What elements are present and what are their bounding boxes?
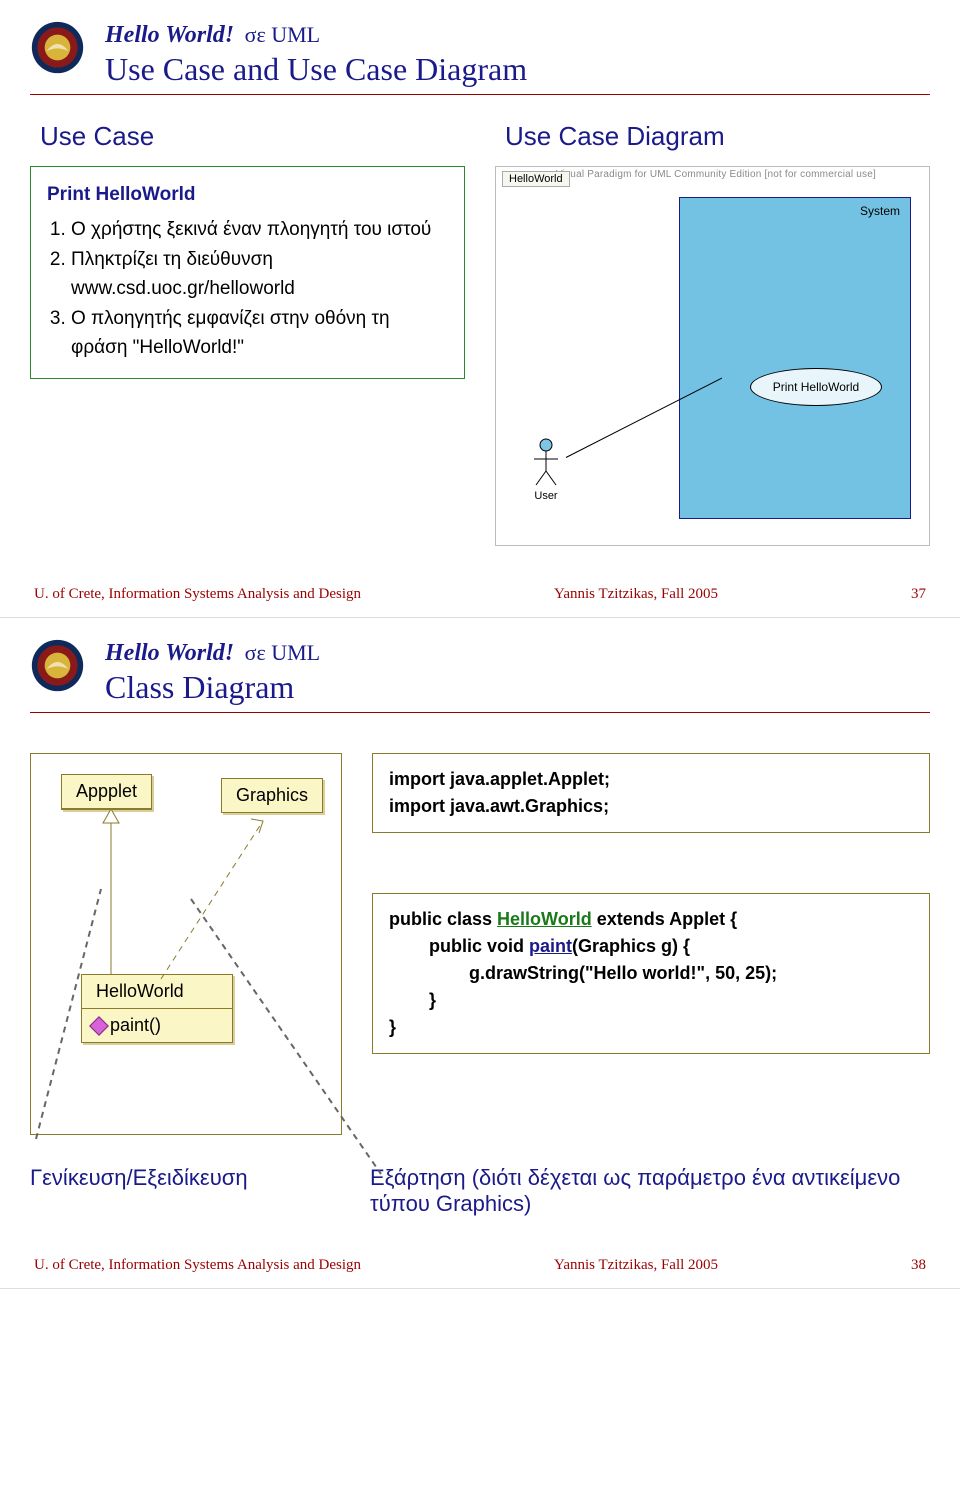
code-text: public class xyxy=(389,909,497,929)
columns: Use Case Print HelloWorld Ο χρήστης ξεκι… xyxy=(30,113,930,546)
use-case-oval: Print HelloWorld xyxy=(750,368,882,406)
uoc-logo-icon xyxy=(30,638,85,693)
slide-subtitle: Use Case and Use Case Diagram xyxy=(105,51,527,88)
class-helloworld-methods: paint() xyxy=(82,1009,232,1042)
annotation-generalization: Γενίκευση/Εξειδίκευση xyxy=(30,1165,350,1217)
dependency-arrow-icon xyxy=(151,809,291,989)
use-case-diagram-heading: Use Case Diagram xyxy=(505,121,930,152)
slide-subtitle: Class Diagram xyxy=(105,669,320,706)
slide-38: Hello World! σε UML Class Diagram Appple… xyxy=(0,618,960,1289)
system-boundary: System Print HelloWorld xyxy=(679,197,911,519)
code-paint-link[interactable]: paint xyxy=(529,936,572,956)
footer-mid: Yannis Tzitzikas, Fall 2005 xyxy=(554,586,718,603)
generalization-arrow-icon xyxy=(91,809,131,979)
actor-label: User xyxy=(526,490,566,502)
watermark-label: Visual Paradigm for UML Community Editio… xyxy=(556,169,876,180)
code-helloworld-link[interactable]: HelloWorld xyxy=(497,909,592,929)
annotation-row: Γενίκευση/Εξειδίκευση Εξάρτηση (διότι δέ… xyxy=(30,1165,930,1217)
slide-37: Hello World! σε UML Use Case and Use Cas… xyxy=(0,0,960,618)
use-case-step-1: Ο χρήστης ξεκινά έναν πλοηγητή του ιστού xyxy=(71,216,448,245)
diagram-tab: HelloWorld xyxy=(502,171,570,187)
use-case-step-2: Πληκτρίζει τη διεύθυνση www.csd.uoc.gr/h… xyxy=(71,246,448,303)
use-case-steps: Ο χρήστης ξεκινά έναν πλοηγητή του ιστού… xyxy=(47,216,448,363)
annotation-dependency: Εξάρτηση (διότι δέχεται ως παράμετρο ένα… xyxy=(370,1165,930,1217)
method-paint: paint() xyxy=(110,1015,161,1036)
footer-mid: Yannis Tzitzikas, Fall 2005 xyxy=(554,1257,718,1274)
hello-world-label: Hello World! xyxy=(105,22,234,48)
title-block: Hello World! σε UML Use Case and Use Cas… xyxy=(105,20,527,88)
col-use-case-diagram: Use Case Diagram Visual Paradigm for UML… xyxy=(495,113,930,546)
slide-footer: U. of Crete, Information Systems Analysi… xyxy=(30,586,930,607)
class-applet-name: Appplet xyxy=(62,775,151,809)
code-import-applet: import java.applet.Applet; xyxy=(389,766,913,793)
col-use-case: Use Case Print HelloWorld Ο χρήστης ξεκι… xyxy=(30,113,465,546)
class-graphics-name: Graphics xyxy=(222,779,322,812)
class-helloworld-name: HelloWorld xyxy=(82,975,232,1009)
class-applet: Appplet xyxy=(61,774,152,810)
class-helloworld: HelloWorld paint() xyxy=(81,974,233,1043)
use-case-oval-label: Print HelloWorld xyxy=(773,380,859,394)
class-graphics: Graphics xyxy=(221,778,323,813)
code-drawstring: g.drawString("Hello world!", 50, 25); xyxy=(389,960,913,987)
class-diagram-area: Appplet Graphics HelloWorld paint() xyxy=(30,753,930,1135)
footer-left: U. of Crete, Information Systems Analysi… xyxy=(34,586,361,603)
in-uml-label: σε UML xyxy=(245,22,321,47)
use-case-step-3: Ο πλοηγητής εμφανίζει στην οθόνη τη φράσ… xyxy=(71,305,448,362)
slide-footer: U. of Crete, Information Systems Analysi… xyxy=(30,1257,930,1278)
code-text: extends Applet { xyxy=(592,909,737,929)
title-block: Hello World! σε UML Class Diagram xyxy=(105,638,320,706)
code-text: (Graphics g) { xyxy=(572,936,690,956)
uoc-logo-icon xyxy=(30,20,85,75)
use-case-box: Print HelloWorld Ο χρήστης ξεκινά έναν π… xyxy=(30,166,465,379)
code-brace-close-1: } xyxy=(389,987,913,1014)
code-column: import java.applet.Applet; import java.a… xyxy=(372,753,930,1054)
hello-world-label: Hello World! xyxy=(105,640,234,666)
slide-header: Hello World! σε UML Class Diagram xyxy=(30,638,930,713)
code-import-graphics: import java.awt.Graphics; xyxy=(389,793,913,820)
slide-header: Hello World! σε UML Use Case and Use Cas… xyxy=(30,20,930,95)
use-case-diagram: Visual Paradigm for UML Community Editio… xyxy=(495,166,930,546)
code-class: public class HelloWorld extends Applet {… xyxy=(372,893,930,1054)
footer-page: 38 xyxy=(911,1257,926,1274)
code-text: public void xyxy=(429,936,529,956)
actor-user: User xyxy=(526,437,566,502)
system-label: System xyxy=(860,204,900,218)
code-method-decl: public void paint(Graphics g) { xyxy=(389,933,913,960)
use-case-title: Print HelloWorld xyxy=(47,181,448,210)
actor-icon xyxy=(531,437,561,487)
use-case-heading: Use Case xyxy=(40,121,465,152)
method-icon xyxy=(89,1016,109,1036)
footer-page: 37 xyxy=(911,586,926,603)
class-diagram-canvas: Appplet Graphics HelloWorld paint() xyxy=(30,753,342,1135)
code-brace-close-2: } xyxy=(389,1014,913,1041)
in-uml-label: σε UML xyxy=(245,640,321,665)
code-imports: import java.applet.Applet; import java.a… xyxy=(372,753,930,833)
code-class-decl: public class HelloWorld extends Applet { xyxy=(389,906,913,933)
footer-left: U. of Crete, Information Systems Analysi… xyxy=(34,1257,361,1274)
